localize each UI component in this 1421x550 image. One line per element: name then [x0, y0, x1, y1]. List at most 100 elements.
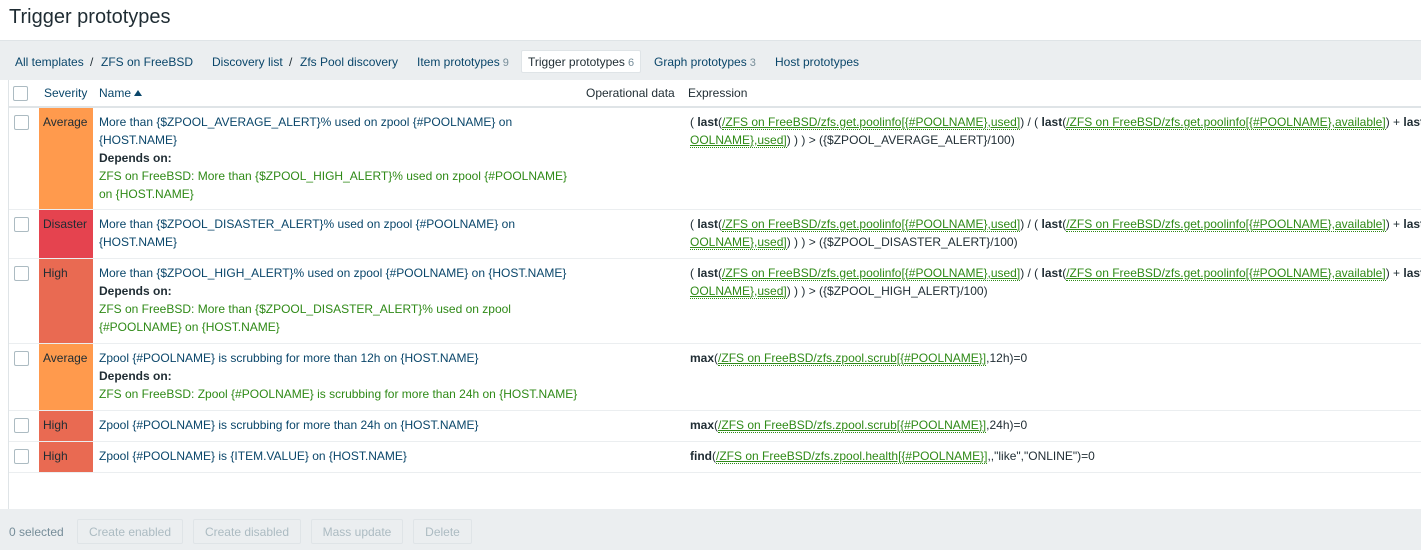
trigger-name-link[interactable]: More than {$ZPOOL_AVERAGE_ALERT}% used o… [99, 115, 512, 147]
expression-function: last [1403, 216, 1421, 231]
expression-text: ) / ( [1020, 265, 1042, 280]
trigger-name-link[interactable]: More than {$ZPOOL_HIGH_ALERT}% used on z… [99, 266, 566, 280]
row-checkbox[interactable] [14, 350, 29, 366]
row-select-cell [9, 209, 39, 259]
row-select-cell [9, 410, 39, 442]
expression-item-link[interactable]: OOLNAME},used] [690, 133, 787, 148]
tab-item-prototypes[interactable]: Item prototypes 9 [417, 55, 509, 69]
tab-label: Item prototypes [417, 55, 500, 69]
expression-item-link[interactable]: /ZFS on FreeBSD/zfs.get.poolinfo[{#POOLN… [722, 115, 1021, 130]
breadcrumb-all-templates[interactable]: All templates [15, 55, 84, 69]
row-checkbox[interactable] [14, 265, 29, 281]
expression-function: last [697, 216, 719, 231]
expression-item-link[interactable]: OOLNAME},used] [690, 234, 787, 250]
breadcrumb-discovery-rule[interactable]: Zfs Pool discovery [300, 55, 398, 69]
expression-cell: max(/ZFS on FreeBSD/zfs.zpool.scrub[{#PO… [684, 410, 1421, 442]
action-bar: 0 selected Create enabled Create disable… [0, 509, 1421, 550]
row-select-cell [9, 441, 39, 473]
expression-function: max [690, 417, 715, 432]
dependency-link[interactable]: ZFS on FreeBSD: Zpool {#POOLNAME} is scr… [99, 387, 577, 401]
expression-text: ,12h)=0 [986, 350, 1028, 365]
page-title: Trigger prototypes [9, 6, 171, 28]
operational-data-cell [586, 107, 684, 210]
expression-text: ) / ( [1020, 115, 1042, 129]
table-header: Severity Name Operational data Expressio… [9, 80, 1421, 108]
breadcrumb: All templates / ZFS on FreeBSD Discovery… [0, 40, 1421, 80]
expression-text: ) + [1385, 216, 1404, 231]
severity-badge: Disaster [39, 209, 93, 259]
expression-item-link[interactable]: /ZFS on FreeBSD/zfs.zpool.scrub[{#POOLNA… [718, 350, 987, 366]
table-row: Average More than {$ZPOOL_AVERAGE_ALERT}… [9, 107, 1421, 210]
tab-graph-prototypes[interactable]: Graph prototypes 3 [654, 55, 756, 69]
expression-text: ) / ( [1020, 216, 1042, 231]
mass-update-button[interactable]: Mass update [311, 519, 403, 544]
sort-ascending-icon [134, 90, 143, 96]
dependency-link[interactable]: ZFS on FreeBSD: More than {$ZPOOL_HIGH_A… [99, 169, 567, 201]
breadcrumb-separator: / [90, 55, 94, 69]
expression-function: max [690, 350, 715, 365]
tab-host-prototypes[interactable]: Host prototypes [775, 55, 859, 69]
expression-function: last [1041, 115, 1063, 129]
table-row: High Zpool {#POOLNAME} is {ITEM.VALUE} o… [9, 441, 1421, 473]
expression-item-link[interactable]: OOLNAME},used] [690, 283, 787, 299]
trigger-name-cell: Zpool {#POOLNAME} is {ITEM.VALUE} on {HO… [93, 441, 586, 473]
expression-text: ) ) ) > ({$ZPOOL_HIGH_ALERT}/100) [786, 283, 988, 298]
severity-badge: High [39, 441, 93, 473]
delete-button[interactable]: Delete [413, 519, 472, 544]
expression-cell: ( last(/ZFS on FreeBSD/zfs.get.poolinfo[… [684, 209, 1421, 259]
expression-item-link[interactable]: /ZFS on FreeBSD/zfs.zpool.scrub[{#POOLNA… [718, 417, 987, 433]
row-select-cell [9, 107, 39, 210]
create-enabled-button[interactable]: Create enabled [77, 519, 183, 544]
table-row: High More than {$ZPOOL_HIGH_ALERT}% used… [9, 258, 1421, 344]
expression-function: last [697, 265, 719, 280]
row-checkbox[interactable] [14, 417, 29, 433]
expression-item-link[interactable]: /ZFS on FreeBSD/zfs.get.poolinfo[{#POOLN… [1066, 115, 1386, 130]
expression-item-link[interactable]: /ZFS on FreeBSD/zfs.get.poolinfo[{#POOLN… [1066, 265, 1386, 281]
trigger-name-link[interactable]: More than {$ZPOOL_DISASTER_ALERT}% used … [99, 217, 515, 249]
column-severity[interactable]: Severity [39, 80, 93, 108]
trigger-name-link[interactable]: Zpool {#POOLNAME} is scrubbing for more … [99, 351, 479, 365]
select-all-checkbox[interactable] [13, 86, 28, 101]
trigger-prototypes-table: Severity Name Operational data Expressio… [8, 80, 1421, 509]
row-checkbox[interactable] [14, 216, 29, 232]
severity-badge: High [39, 410, 93, 442]
expression-text: ) ) ) > ({$ZPOOL_DISASTER_ALERT}/100) [786, 234, 1018, 249]
expression-text: ) ) ) > ({$ZPOOL_AVERAGE_ALERT}/100) [786, 133, 1015, 147]
expression-item-link[interactable]: /ZFS on FreeBSD/zfs.get.poolinfo[{#POOLN… [722, 265, 1021, 281]
trigger-name-link[interactable]: Zpool {#POOLNAME} is scrubbing for more … [99, 418, 479, 432]
operational-data-cell [586, 209, 684, 259]
row-select-cell [9, 343, 39, 411]
expression-item-link[interactable]: /ZFS on FreeBSD/zfs.get.poolinfo[{#POOLN… [722, 216, 1021, 232]
operational-data-cell [586, 343, 684, 411]
selected-count: 0 selected [9, 525, 64, 539]
select-all-cell [9, 80, 39, 108]
operational-data-cell [586, 258, 684, 344]
breadcrumb-separator: / [289, 55, 293, 69]
depends-on-label: Depends on: [99, 283, 172, 298]
expression-function: last [1041, 265, 1063, 280]
expression-text: ,,"like","ONLINE")=0 [987, 448, 1095, 463]
dependency-link[interactable]: ZFS on FreeBSD: More than {$ZPOOL_DISAST… [99, 302, 511, 334]
create-disabled-button[interactable]: Create disabled [193, 519, 301, 544]
severity-badge: High [39, 258, 93, 344]
row-checkbox[interactable] [14, 448, 29, 464]
expression-function: last [1403, 115, 1421, 129]
breadcrumb-discovery-list[interactable]: Discovery list [212, 55, 283, 69]
column-name-header[interactable]: Name [93, 80, 586, 108]
row-checkbox[interactable] [14, 115, 29, 130]
table-row: Average Zpool {#POOLNAME} is scrubbing f… [9, 343, 1421, 411]
table-row: Disaster More than {$ZPOOL_DISASTER_ALER… [9, 209, 1421, 259]
tab-label: Graph prototypes [654, 55, 747, 69]
expression-item-link[interactable]: /ZFS on FreeBSD/zfs.get.poolinfo[{#POOLN… [1066, 216, 1386, 232]
row-select-cell [9, 258, 39, 344]
expression-function: last [697, 115, 719, 129]
expression-text: ) + [1385, 265, 1404, 280]
tab-label: Trigger prototypes [528, 55, 625, 69]
column-name[interactable]: Name [99, 86, 131, 100]
expression-item-link[interactable]: /ZFS on FreeBSD/zfs.zpool.health[{#POOLN… [716, 448, 988, 464]
tab-trigger-prototypes[interactable]: Trigger prototypes 6 [521, 50, 642, 73]
expression-cell: max(/ZFS on FreeBSD/zfs.zpool.scrub[{#PO… [684, 343, 1421, 411]
breadcrumb-template[interactable]: ZFS on FreeBSD [101, 55, 193, 69]
tab-count: 9 [502, 57, 509, 69]
trigger-name-link[interactable]: Zpool {#POOLNAME} is {ITEM.VALUE} on {HO… [99, 449, 407, 463]
